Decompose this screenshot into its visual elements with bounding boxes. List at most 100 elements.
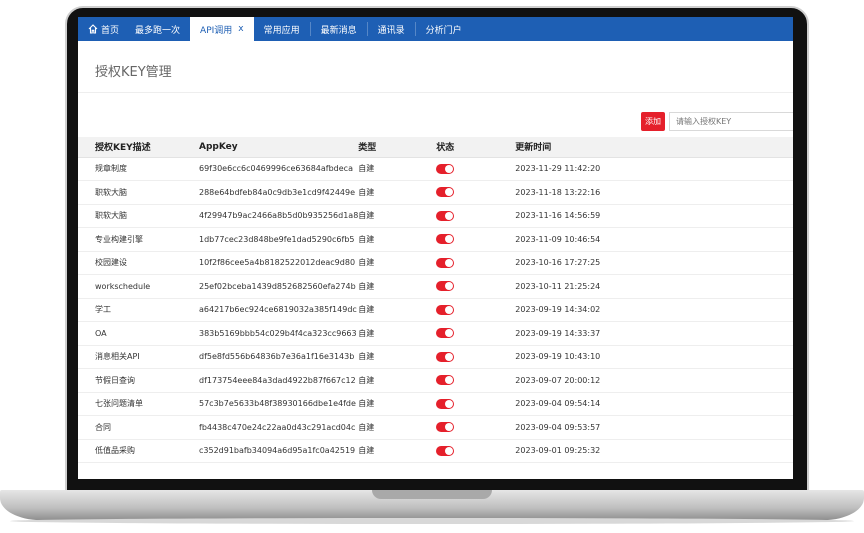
cell-desc: 消息相关API: [78, 345, 199, 369]
cell-time: 2023-10-16 17:27:25: [515, 251, 793, 275]
search-input[interactable]: [669, 112, 793, 131]
cell-type: 自建: [358, 180, 437, 205]
cell-time: 2023-10-11 21:25:24: [515, 274, 793, 299]
toggle-knob: [445, 446, 454, 455]
nav-home-label: 首页: [101, 25, 120, 36]
cell-type: 自建: [358, 415, 437, 440]
toggle-knob: [445, 399, 454, 408]
cell-type: 自建: [358, 157, 437, 181]
cell-appkey: df173754eee84a3dad4922b87f667c12: [199, 368, 359, 393]
cell-desc: 七张问题清单: [78, 392, 199, 416]
top-nav: 首页 最多跑一次 API调用 x 常用应用 最新消息 通讯录 分析门户: [78, 17, 793, 41]
status-toggle[interactable]: [436, 234, 455, 245]
tab-api-call[interactable]: API调用 x: [190, 17, 254, 41]
cell-status: [436, 227, 516, 252]
cell-time: 2023-09-07 20:00:12: [515, 368, 793, 393]
cell-time: 2023-11-18 13:22:16: [515, 180, 793, 205]
cell-time: 2023-09-19 14:33:37: [515, 321, 793, 346]
col-desc-header[interactable]: 授权KEY描述: [78, 137, 199, 158]
table-row[interactable]: 职软大脑 288e64bdfeb84a0c9db3e1cd9f42449e 自建…: [78, 180, 793, 205]
cell-desc: 规章制度: [78, 157, 199, 181]
toggle-knob: [445, 282, 454, 291]
status-toggle[interactable]: [436, 351, 455, 362]
cell-status: [436, 157, 516, 181]
status-toggle[interactable]: [436, 445, 455, 456]
cell-appkey: c352d91bafb34094a6d95a1fc0a42519: [199, 439, 359, 463]
tab-latest-news[interactable]: 最新消息: [311, 17, 367, 41]
tab-most-run-once[interactable]: 最多跑一次: [125, 17, 190, 41]
col-status-header[interactable]: 状态: [436, 137, 516, 158]
cell-time: 2023-11-29 11:42:20: [515, 157, 793, 181]
cell-appkey: 10f2f86cee5a4b8182522012deac9d80: [199, 251, 359, 275]
add-button[interactable]: 添加: [641, 112, 665, 131]
cell-status: [436, 345, 516, 369]
table-row[interactable]: 校园建设 10f2f86cee5a4b8182522012deac9d80 自建…: [78, 251, 793, 275]
table-row[interactable]: 职软大脑 4f29947b9ac2466a8b5d0b935256d1a8 自建…: [78, 204, 793, 228]
status-toggle[interactable]: [436, 163, 455, 174]
cell-time: 2023-09-19 10:43:10: [515, 345, 793, 369]
toggle-knob: [445, 164, 454, 173]
cell-appkey: 383b5169bbb54c029b4f4ca323cc9663: [199, 321, 359, 346]
table-row[interactable]: 专业构建引擎 1db77cec23d848be9fe1dad5290c6fb5 …: [78, 227, 793, 252]
close-icon[interactable]: x: [238, 24, 243, 34]
status-toggle[interactable]: [436, 398, 455, 409]
cell-type: 自建: [358, 392, 437, 416]
tab-label: 分析门户: [425, 25, 462, 36]
cell-time: 2023-11-16 14:56:59: [515, 204, 793, 228]
cell-type: 自建: [358, 321, 437, 346]
table-row[interactable]: 节假日查询 df173754eee84a3dad4922b87f667c12 自…: [78, 368, 793, 393]
status-toggle[interactable]: [436, 257, 455, 268]
status-toggle[interactable]: [436, 422, 455, 433]
table-row[interactable]: 消息相关API df5e8fd556b64836b7e36a1f16e3143b…: [78, 345, 793, 369]
status-toggle[interactable]: [436, 375, 455, 386]
status-toggle[interactable]: [436, 328, 455, 339]
cell-type: 自建: [358, 345, 437, 369]
cell-appkey: 4f29947b9ac2466a8b5d0b935256d1a8: [199, 204, 359, 228]
page-title: 授权KEY管理: [78, 41, 793, 93]
cell-type: 自建: [358, 227, 437, 252]
col-appkey-header[interactable]: AppKey: [199, 137, 359, 158]
app-screen: 首页 最多跑一次 API调用 x 常用应用 最新消息 通讯录 分析门户 授权KE…: [78, 17, 793, 479]
cell-desc: 合同: [78, 415, 199, 440]
table-row[interactable]: 学工 a64217b6ec924ce6819032a385f149dc 自建 2…: [78, 298, 793, 322]
col-time-header[interactable]: 更新时间: [515, 137, 793, 158]
cell-time: 2023-09-04 09:54:14: [515, 392, 793, 416]
status-toggle[interactable]: [436, 210, 455, 221]
cell-status: [436, 415, 516, 440]
table-row[interactable]: 七张问题清单 57c3b7e5633b48f38930166dbe1e4fde …: [78, 392, 793, 416]
table-row[interactable]: 合同 fb4438c470e24c22aa0d43c291acd04c 自建 2…: [78, 415, 793, 440]
toggle-knob: [445, 211, 454, 220]
tab-contacts[interactable]: 通讯录: [368, 17, 415, 41]
table-row[interactable]: OA 383b5169bbb54c029b4f4ca323cc9663 自建 2…: [78, 321, 793, 346]
cell-time: 2023-09-01 09:25:32: [515, 439, 793, 463]
cell-appkey: 288e64bdfeb84a0c9db3e1cd9f42449e: [199, 180, 359, 205]
tab-label: 常用应用: [263, 25, 300, 36]
cell-desc: workschedule: [78, 274, 199, 299]
tab-analytics-portal[interactable]: 分析门户: [416, 17, 472, 41]
cell-time: 2023-09-19 14:34:02: [515, 298, 793, 322]
key-table: 授权KEY描述 AppKey 类型 状态 更新时间 规章制度 69f30e6cc…: [78, 137, 793, 463]
col-type-header[interactable]: 类型: [358, 137, 437, 158]
laptop-shadow: [10, 518, 854, 524]
cell-appkey: fb4438c470e24c22aa0d43c291acd04c: [199, 415, 359, 440]
status-toggle[interactable]: [436, 187, 455, 198]
cell-type: 自建: [358, 298, 437, 322]
table-row[interactable]: 规章制度 69f30e6cc6c0469996ce63684afbdeca 自建…: [78, 157, 793, 181]
toolbar: 添加: [78, 93, 793, 137]
cell-status: [436, 321, 516, 346]
cell-appkey: 25ef02bceba1439d852682560efa274b: [199, 274, 359, 299]
toggle-knob: [445, 423, 454, 432]
toggle-knob: [445, 188, 454, 197]
nav-home[interactable]: 首页: [78, 17, 125, 41]
status-toggle[interactable]: [436, 281, 455, 292]
tab-label: API调用: [200, 25, 233, 36]
table-header-row: 授权KEY描述 AppKey 类型 状态 更新时间: [78, 137, 793, 158]
home-icon: [88, 24, 98, 34]
table-row[interactable]: workschedule 25ef02bceba1439d852682560ef…: [78, 274, 793, 299]
cell-desc: 节假日查询: [78, 368, 199, 393]
table-row[interactable]: 低值品采购 c352d91bafb34094a6d95a1fc0a42519 自…: [78, 439, 793, 463]
cell-status: [436, 251, 516, 275]
cell-desc: 职软大脑: [78, 204, 199, 228]
tab-common-apps[interactable]: 常用应用: [254, 17, 310, 41]
status-toggle[interactable]: [436, 304, 455, 315]
